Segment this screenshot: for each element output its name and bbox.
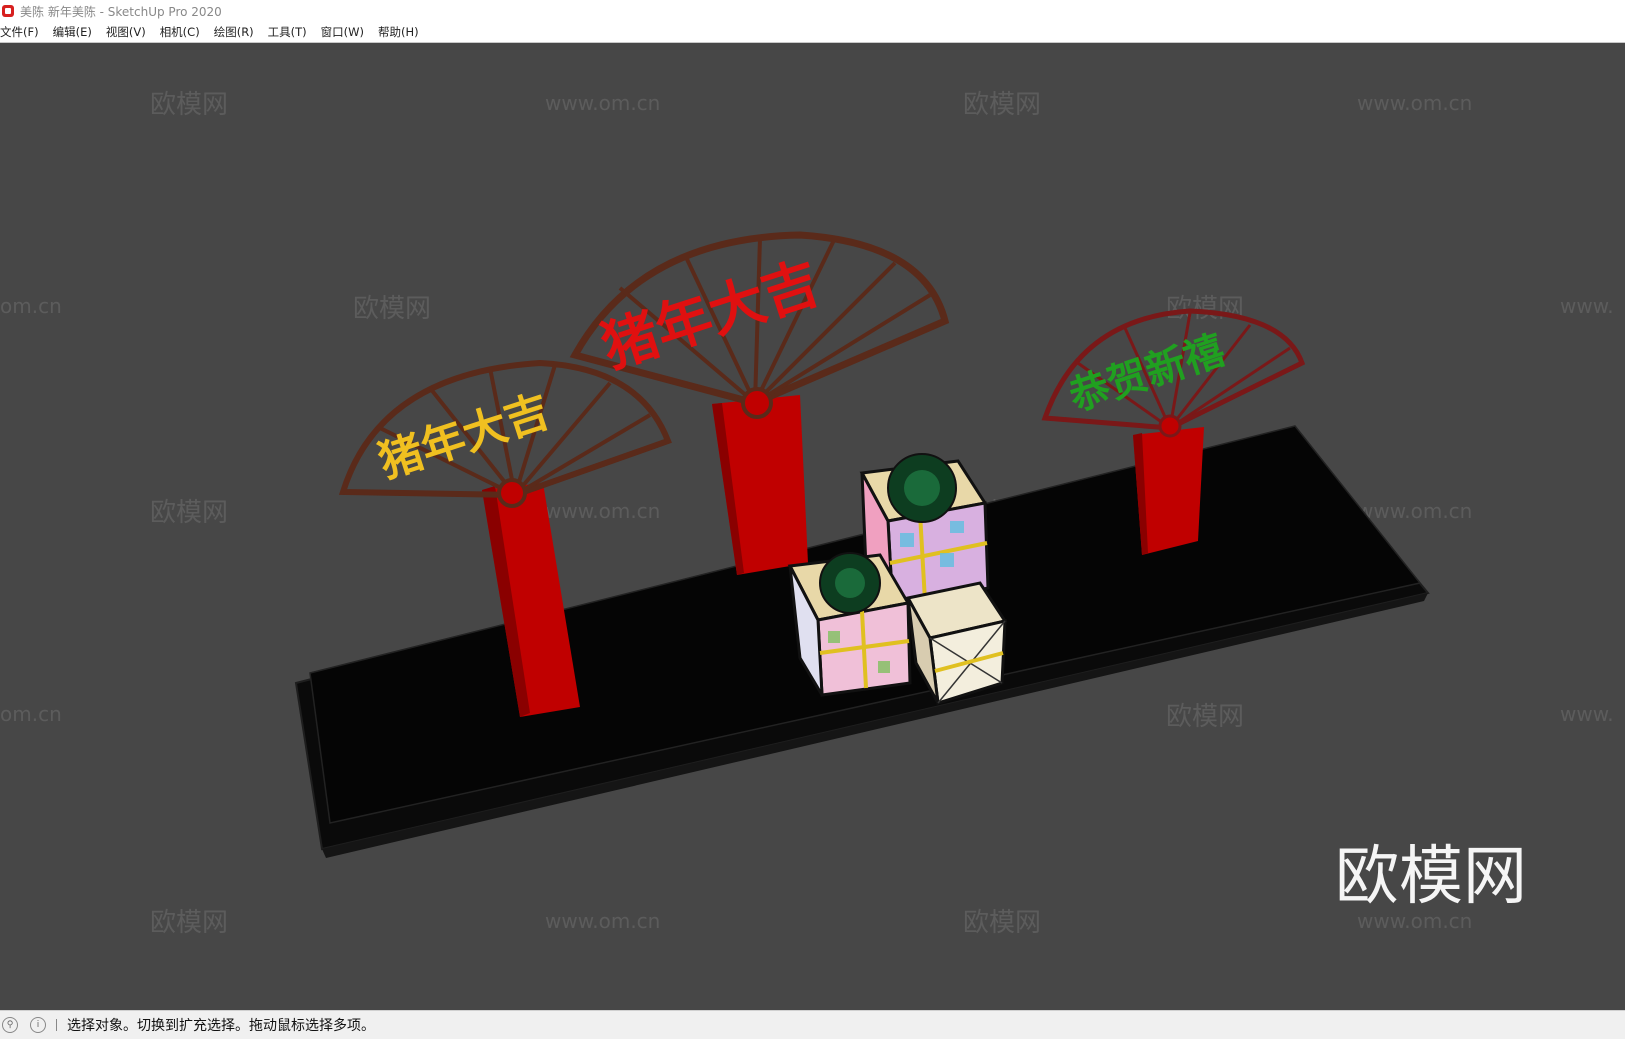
brand-logo-watermark: 欧模网 [1335,840,1527,914]
3d-viewport[interactable]: 欧模网 www.om.cn 欧模网 www.om.cn om.cn 欧模网 欧模… [0,43,1625,1010]
fan-left-text: 猪年大吉 [373,386,556,489]
watermark-brand: 欧模网 [150,90,228,120]
menu-camera[interactable]: 相机(C) [160,24,200,40]
sketchup-logo-icon [2,5,14,17]
watermark-brand: 欧模网 [353,294,431,324]
fan-right-text: 恭贺新禧 [1063,327,1230,421]
watermark-url: www. [1560,702,1614,726]
watermark-brand: 欧模网 [963,908,1041,938]
watermark-url: www.om.cn [1357,91,1472,115]
status-bar: ⚲ i 选择对象。切换到扩充选择。拖动鼠标选择多项。 [0,1010,1625,1039]
title-bar: 美陈 新年美陈 - SketchUp Pro 2020 [0,0,1625,22]
fan-right: 恭贺新禧 [1041,308,1306,438]
watermark-url: om.cn [0,702,62,726]
watermark-url: www.om.cn [1357,499,1472,523]
watermark-url: www.om.cn [545,91,660,115]
menu-draw[interactable]: 绘图(R) [214,24,254,40]
window-title: 美陈 新年美陈 - SketchUp Pro 2020 [20,4,222,19]
menu-edit[interactable]: 编辑(E) [53,24,92,40]
menu-view[interactable]: 视图(V) [106,24,146,40]
pillar-center [712,395,808,575]
menu-tools[interactable]: 工具(T) [268,24,307,40]
status-message: 选择对象。切换到扩充选择。拖动鼠标选择多项。 [67,1018,375,1034]
geo-location-icon[interactable]: ⚲ [2,1017,18,1033]
watermark-brand: 欧模网 [963,90,1041,120]
status-divider [56,1019,57,1031]
fan-left: 猪年大吉 [338,359,672,508]
watermark-brand: 欧模网 [1166,702,1244,732]
menu-bar: 文件(F) 编辑(E) 视图(V) 相机(C) 绘图(R) 工具(T) 窗口(W… [0,22,1625,43]
watermark-brand: 欧模网 [150,498,228,528]
menu-window[interactable]: 窗口(W) [321,24,364,40]
watermark-layer: 欧模网 www.om.cn 欧模网 www.om.cn om.cn 欧模网 欧模… [0,90,1614,938]
pillar-right [1133,427,1204,555]
watermark-url: www.om.cn [545,909,660,933]
watermark-brand: 欧模网 [1166,294,1244,324]
watermark-brand: 欧模网 [150,908,228,938]
fan-center-text: 猪年大吉 [594,250,827,381]
menu-help[interactable]: 帮助(H) [378,24,419,40]
watermark-url: www. [1560,294,1614,318]
watermark-url: www.om.cn [545,499,660,523]
scene-svg: 欧模网 www.om.cn 欧模网 www.om.cn om.cn 欧模网 欧模… [0,90,1614,938]
gift-box-small [787,552,912,697]
menu-file[interactable]: 文件(F) [0,24,39,40]
info-icon[interactable]: i [30,1017,46,1033]
watermark-url: om.cn [0,294,62,318]
